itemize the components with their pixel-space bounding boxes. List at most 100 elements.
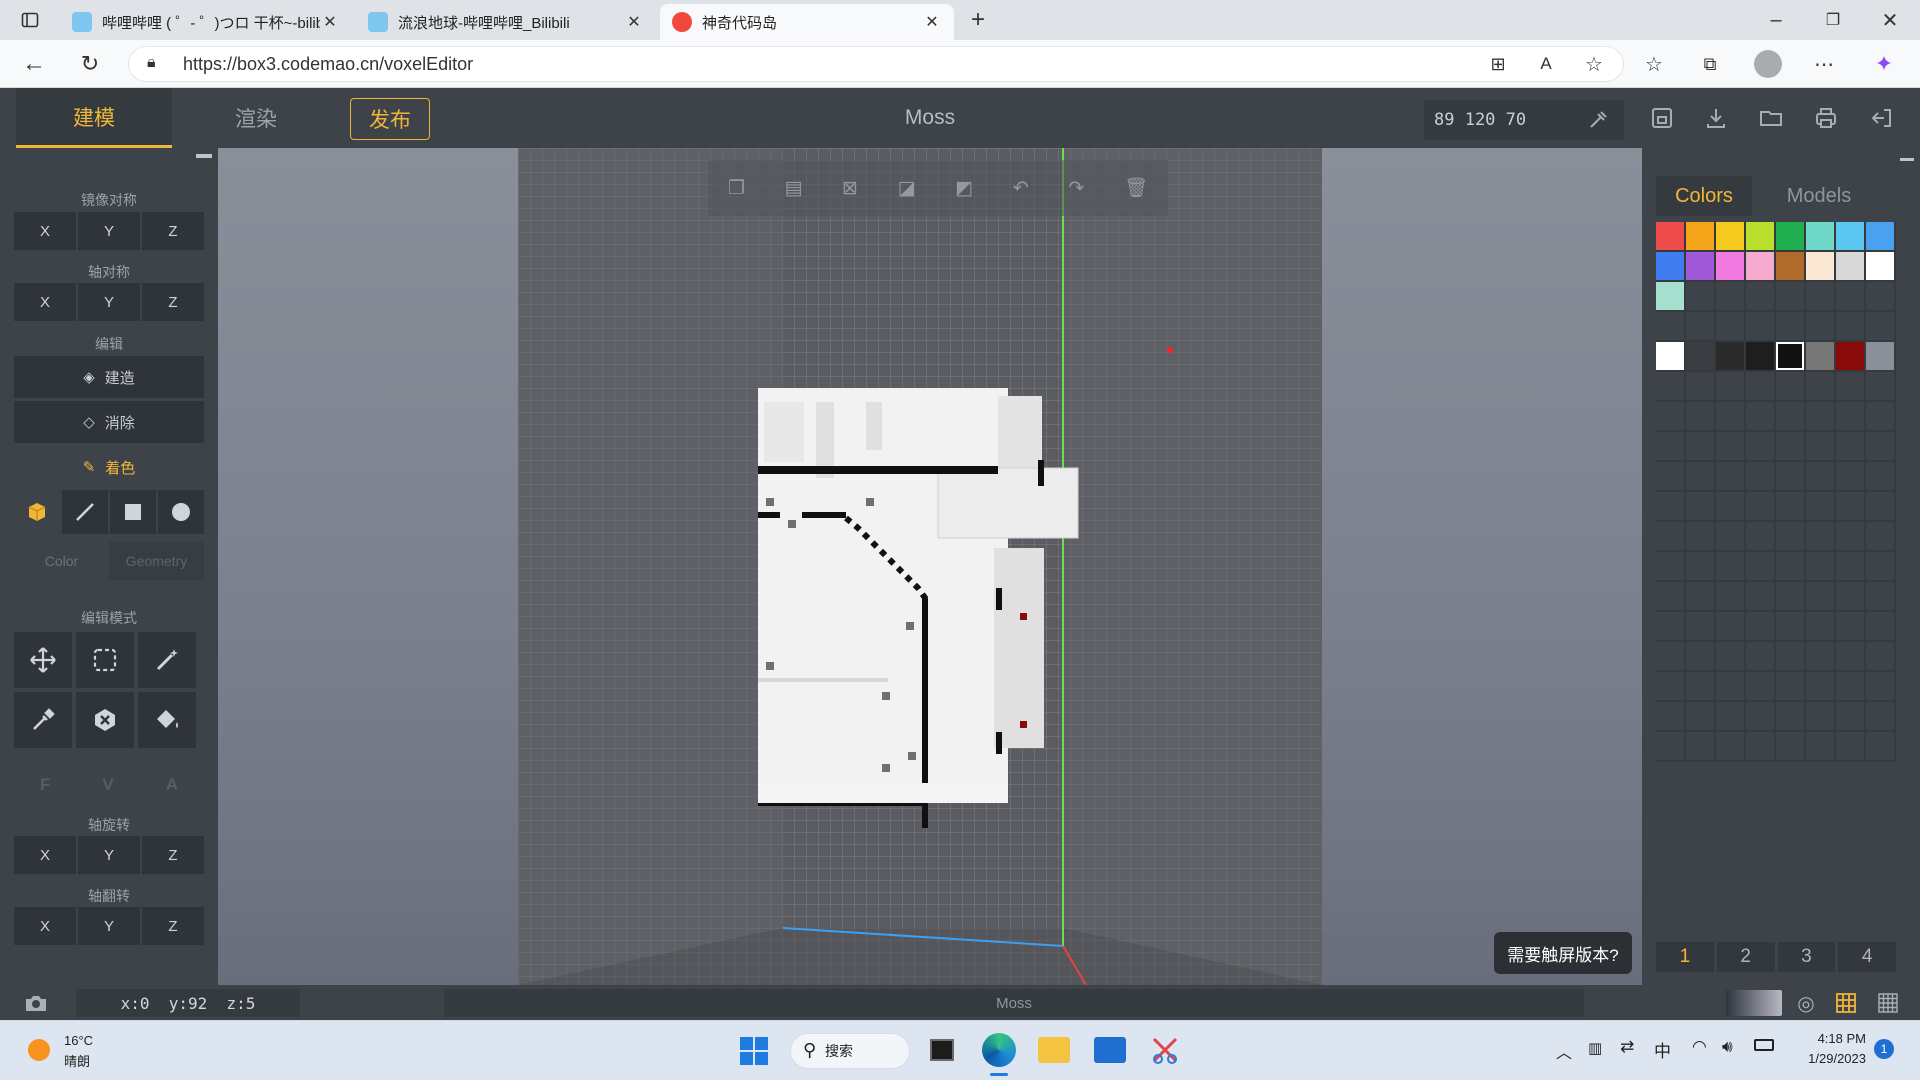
palette-empty-slot[interactable]	[1716, 282, 1744, 310]
palette-empty-slot[interactable]	[1776, 732, 1804, 760]
windows-start-icon[interactable]	[740, 1037, 768, 1065]
volume-icon[interactable]: 🔊︎	[1722, 1037, 1733, 1057]
palette-empty-slot[interactable]	[1836, 672, 1864, 700]
select-tool-icon[interactable]	[76, 632, 134, 688]
palette-swatch[interactable]	[1746, 222, 1774, 250]
palette-empty-slot[interactable]	[1836, 732, 1864, 760]
task-view-icon[interactable]	[930, 1039, 954, 1061]
palette-empty-slot[interactable]	[1836, 522, 1864, 550]
palette-empty-slot[interactable]	[1776, 282, 1804, 310]
palette-page-2[interactable]: 2	[1716, 942, 1775, 972]
palette-empty-slot[interactable]	[1686, 582, 1714, 610]
palette-empty-slot[interactable]	[1866, 732, 1894, 760]
palette-empty-slot[interactable]	[1686, 462, 1714, 490]
palette-empty-slot[interactable]	[1746, 492, 1774, 520]
palette-empty-slot[interactable]	[1746, 372, 1774, 400]
palette-empty-slot[interactable]	[1656, 612, 1684, 640]
color-mode-tab[interactable]: Color	[14, 542, 109, 580]
palette-empty-slot[interactable]	[1836, 462, 1864, 490]
palette-empty-slot[interactable]	[1686, 642, 1714, 670]
palette-empty-slot[interactable]	[1806, 492, 1834, 520]
palette-empty-slot[interactable]	[1686, 432, 1714, 460]
publish-button[interactable]: 发布	[350, 98, 430, 140]
grid-icon[interactable]	[1828, 985, 1864, 1021]
palette-swatch[interactable]	[1806, 342, 1834, 370]
palette-empty-slot[interactable]	[1746, 702, 1774, 730]
palette-empty-slot[interactable]	[1686, 312, 1714, 340]
cut-icon[interactable]: ⊠	[842, 177, 858, 200]
palette-swatch[interactable]	[1806, 222, 1834, 250]
restore-icon[interactable]: ❐	[1815, 2, 1851, 38]
palette-swatch[interactable]	[1716, 342, 1744, 370]
palette-empty-slot[interactable]	[1656, 702, 1684, 730]
palette-swatch[interactable]	[1776, 252, 1804, 280]
palette-empty-slot[interactable]	[1716, 432, 1744, 460]
palette-empty-slot[interactable]	[1866, 402, 1894, 430]
axis-z-button[interactable]: Z	[142, 283, 204, 321]
palette-empty-slot[interactable]	[1776, 672, 1804, 700]
palette-empty-slot[interactable]	[1686, 612, 1714, 640]
line-brush-icon[interactable]	[62, 490, 108, 534]
face-mode-button[interactable]: F	[40, 775, 50, 795]
palette-empty-slot[interactable]	[1746, 582, 1774, 610]
colors-tab[interactable]: Colors	[1656, 176, 1752, 216]
palette-empty-slot[interactable]	[1716, 642, 1744, 670]
palette-empty-slot[interactable]	[1806, 582, 1834, 610]
palette-empty-slot[interactable]	[1656, 432, 1684, 460]
browser-tab-bilibili-home[interactable]: 哔哩哔哩 ( ゜- ゜)つロ 干杯~-bilibili ✕	[60, 4, 352, 40]
palette-swatch[interactable]	[1656, 222, 1684, 250]
favorites-icon[interactable]: ☆	[1636, 46, 1672, 82]
palette-empty-slot[interactable]	[1746, 672, 1774, 700]
palette-empty-slot[interactable]	[1656, 642, 1684, 670]
palette-empty-slot[interactable]	[1836, 702, 1864, 730]
palette-empty-slot[interactable]	[1806, 522, 1834, 550]
palette-empty-slot[interactable]	[1656, 312, 1684, 340]
palette-empty-slot[interactable]	[1746, 402, 1774, 430]
palette-empty-slot[interactable]	[1686, 492, 1714, 520]
palette-empty-slot[interactable]	[1836, 372, 1864, 400]
palette-empty-slot[interactable]	[1866, 492, 1894, 520]
palette-empty-slot[interactable]	[1806, 312, 1834, 340]
browser-tab-codemao[interactable]: 神奇代码岛 ✕	[660, 4, 954, 40]
palette-empty-slot[interactable]	[1866, 612, 1894, 640]
color-palette-grid[interactable]	[1656, 222, 1896, 762]
browser-tab-bilibili-video[interactable]: 流浪地球-哔哩哔哩_Bilibili ✕	[356, 4, 656, 40]
voxel-model-moss[interactable]	[758, 388, 1088, 888]
palette-empty-slot[interactable]	[1806, 282, 1834, 310]
palette-empty-slot[interactable]	[1746, 462, 1774, 490]
palette-empty-slot[interactable]	[1656, 672, 1684, 700]
mirror-y-button[interactable]: Y	[78, 212, 142, 250]
move-tool-icon[interactable]	[14, 632, 72, 688]
tab-render[interactable]: 渲染	[178, 88, 334, 148]
vertex-mode-button[interactable]: V	[102, 775, 113, 795]
palette-empty-slot[interactable]	[1866, 582, 1894, 610]
square-brush-icon[interactable]	[110, 490, 156, 534]
camera-icon[interactable]	[18, 985, 54, 1021]
profile-avatar[interactable]	[1754, 50, 1782, 78]
axis-x-button[interactable]: X	[14, 283, 78, 321]
edge-browser-icon[interactable]	[982, 1033, 1016, 1067]
background-gradient-swatch[interactable]	[1726, 990, 1782, 1016]
palette-empty-slot[interactable]	[1716, 402, 1744, 430]
download-icon[interactable]	[1698, 100, 1734, 136]
palette-empty-slot[interactable]	[1776, 462, 1804, 490]
palette-empty-slot[interactable]	[1716, 312, 1744, 340]
palette-swatch[interactable]	[1776, 222, 1804, 250]
battery-icon[interactable]	[1754, 1039, 1774, 1051]
palette-swatch[interactable]	[1836, 342, 1864, 370]
palette-empty-slot[interactable]	[1806, 612, 1834, 640]
palette-empty-slot[interactable]	[1716, 522, 1744, 550]
palette-empty-slot[interactable]	[1836, 582, 1864, 610]
palette-empty-slot[interactable]	[1716, 372, 1744, 400]
palette-swatch[interactable]	[1806, 252, 1834, 280]
close-tab-icon[interactable]: ✕	[320, 12, 340, 32]
palette-empty-slot[interactable]	[1746, 312, 1774, 340]
palette-empty-slot[interactable]	[1806, 702, 1834, 730]
taskbar-search[interactable]: ⚲ 搜索	[790, 1033, 910, 1069]
palette-empty-slot[interactable]	[1866, 552, 1894, 580]
flip-y-button[interactable]: Y	[78, 907, 142, 945]
palette-empty-slot[interactable]	[1866, 642, 1894, 670]
palette-swatch[interactable]	[1746, 252, 1774, 280]
undo-icon[interactable]: ↶	[1013, 177, 1029, 200]
new-tab-icon[interactable]: +	[960, 2, 996, 38]
